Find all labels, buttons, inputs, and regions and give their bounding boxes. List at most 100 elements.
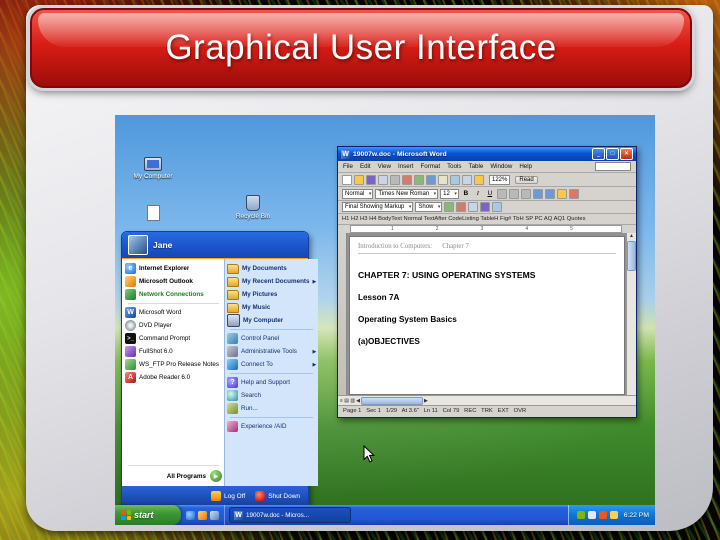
toolbar-icon[interactable]	[342, 174, 352, 185]
start-menu-item-microsoft-outlook[interactable]: Microsoft Outlook	[125, 275, 222, 288]
menu-window[interactable]: Window	[490, 163, 512, 170]
toolbar-icon[interactable]	[468, 202, 479, 212]
start-menu-item-my-computer[interactable]: My Computer	[227, 314, 316, 327]
maximize-button[interactable]: □	[606, 148, 619, 160]
start-menu-item-my-pictures[interactable]: My Pictures	[227, 288, 316, 301]
menu-table[interactable]: Table	[469, 163, 484, 170]
align-right-icon[interactable]	[520, 188, 531, 199]
volume-tray-icon[interactable]	[587, 511, 596, 519]
zoom-select[interactable]: 122%	[489, 174, 511, 185]
toolbar-icon[interactable]	[462, 174, 472, 185]
document-desktop-icon[interactable]	[127, 205, 179, 221]
menu-format[interactable]: Format	[420, 163, 440, 170]
start-menu-item-my-documents[interactable]: My Documents	[227, 262, 316, 275]
scrollbar-thumb[interactable]	[361, 396, 424, 405]
internet-explorer-quicklaunch-icon[interactable]	[186, 510, 195, 520]
scroll-up-icon[interactable]: ▲	[629, 233, 634, 239]
toolbar-icon[interactable]	[450, 174, 460, 185]
toolbar-icon[interactable]	[390, 174, 400, 185]
italic-button[interactable]: I	[473, 188, 483, 199]
minimize-button[interactable]: _	[592, 148, 605, 160]
font-color-icon[interactable]	[568, 188, 579, 199]
horizontal-scrollbar[interactable]: ≡ ▤ ▥ ◀ ▶	[338, 395, 636, 405]
underline-button[interactable]: U	[485, 188, 495, 199]
show-menu[interactable]: Show	[415, 202, 443, 212]
bullet-list-icon[interactable]	[544, 188, 555, 199]
menu-view[interactable]: View	[378, 163, 391, 170]
toolbar-icon[interactable]	[366, 174, 376, 185]
start-menu-item-internet-explorer[interactable]: e Internet Explorer	[125, 262, 222, 275]
my-computer-desktop-icon[interactable]: My Computer	[127, 157, 179, 180]
show-desktop-icon[interactable]	[210, 510, 219, 520]
read-button[interactable]: Read	[515, 175, 538, 184]
vertical-scrollbar[interactable]: ▲	[626, 233, 636, 395]
word-title-bar[interactable]: W 19007w.doc - Microsoft Word _ □ ✕	[338, 147, 636, 161]
start-menu-item-help-and-support[interactable]: ? Help and Support	[227, 376, 316, 389]
slide-title-banner: Graphical User Interface	[30, 8, 692, 88]
bold-button[interactable]: B	[461, 188, 471, 199]
close-button[interactable]: ✕	[620, 148, 633, 160]
toolbar-icon[interactable]	[402, 174, 412, 185]
toolbar-icon[interactable]	[456, 202, 467, 212]
outlook-quicklaunch-icon[interactable]	[198, 510, 207, 520]
toolbar-icon[interactable]	[474, 174, 484, 185]
recycle-bin-desktop-icon[interactable]: Recycle Bin	[227, 195, 279, 220]
scrollbar-thumb[interactable]	[627, 241, 636, 271]
toolbar-icon[interactable]	[378, 174, 388, 185]
antivirus-tray-icon[interactable]	[576, 511, 585, 519]
start-menu-item-my-music[interactable]: My Music	[227, 301, 316, 314]
start-menu-item-control-panel[interactable]: Control Panel	[227, 332, 316, 345]
scroll-right-icon[interactable]: ▶	[424, 398, 428, 404]
style-shortcuts-bar[interactable]: H1 H2 H3 H4 BodyText Normal TextAfter Co…	[338, 214, 636, 225]
document-page[interactable]: Introduction to Computers: Chapter 7 CHA…	[349, 236, 625, 395]
toolbar-icon[interactable]	[426, 174, 436, 185]
document-area[interactable]: Introduction to Computers: Chapter 7 CHA…	[338, 233, 636, 395]
taskbar-item-word[interactable]: W 19007w.doc - Micros...	[229, 507, 351, 523]
scroll-left-icon[interactable]: ◀	[356, 398, 360, 404]
start-button[interactable]: start	[115, 505, 181, 525]
start-menu-item-my-recent-documents[interactable]: My Recent Documents ▶	[227, 275, 316, 288]
messenger-tray-icon[interactable]	[609, 511, 618, 519]
paragraph-style-select[interactable]: Normal	[342, 188, 374, 199]
start-menu-item-command-prompt[interactable]: >_ Command Prompt	[125, 332, 222, 345]
start-menu-item-experience-aid[interactable]: Experience /AID	[227, 420, 316, 433]
word-icon: W	[125, 307, 136, 318]
font-size-select[interactable]: 12	[440, 188, 459, 199]
help-question-combo[interactable]	[595, 162, 631, 171]
toolbar-icon[interactable]	[444, 202, 455, 212]
align-center-icon[interactable]	[508, 188, 519, 199]
toolbar-icon[interactable]	[438, 174, 448, 185]
start-menu-item-network-connections[interactable]: Network Connections	[125, 288, 222, 301]
all-programs-button[interactable]: All Programs ▶	[125, 468, 222, 484]
start-menu-item-run[interactable]: Run...	[227, 402, 316, 415]
internet-explorer-icon: e	[125, 263, 136, 274]
menu-tools[interactable]: Tools	[447, 163, 461, 170]
menu-help[interactable]: Help	[519, 163, 532, 170]
start-menu-item-administrative-tools[interactable]: Administrative Tools ▶	[227, 345, 316, 358]
network-tray-icon[interactable]	[598, 511, 607, 519]
font-select[interactable]: Times New Roman	[375, 188, 439, 199]
start-menu-item-connect-to[interactable]: Connect To ▶	[227, 358, 316, 371]
start-menu-item-search[interactable]: Search	[227, 389, 316, 402]
menu-insert[interactable]: Insert	[398, 163, 413, 170]
menu-file[interactable]: File	[343, 163, 353, 170]
clock[interactable]: 6:22 PM	[624, 512, 649, 519]
toolbar-icon[interactable]	[492, 202, 503, 212]
align-left-icon[interactable]	[496, 188, 507, 199]
menu-edit[interactable]: Edit	[360, 163, 371, 170]
toolbar-icon[interactable]	[354, 174, 364, 185]
start-menu-item-microsoft-word[interactable]: W Microsoft Word	[125, 306, 222, 319]
toolbar-icon[interactable]	[480, 202, 491, 212]
view-buttons[interactable]: ≡ ▤ ▥	[340, 398, 355, 404]
xp-desktop[interactable]: My Computer Recycle Bin Jane e Internet …	[115, 115, 655, 525]
shut-down-button[interactable]: Shut Down	[255, 491, 300, 501]
toolbar-icon[interactable]	[414, 174, 424, 185]
start-menu-item-dvd-player[interactable]: DVD Player	[125, 319, 222, 332]
highlight-icon[interactable]	[556, 188, 567, 199]
start-menu-item-adobe-reader[interactable]: A Adobe Reader 6.0	[125, 371, 222, 384]
log-off-button[interactable]: Log Off	[211, 491, 245, 501]
start-menu-item-fullshot[interactable]: FullShot 6.0	[125, 345, 222, 358]
start-menu-item-ws-ftp[interactable]: WS_FTP Pro Release Notes	[125, 358, 222, 371]
markup-mode-select[interactable]: Final Showing Markup	[342, 202, 414, 212]
numbered-list-icon[interactable]	[532, 188, 543, 199]
